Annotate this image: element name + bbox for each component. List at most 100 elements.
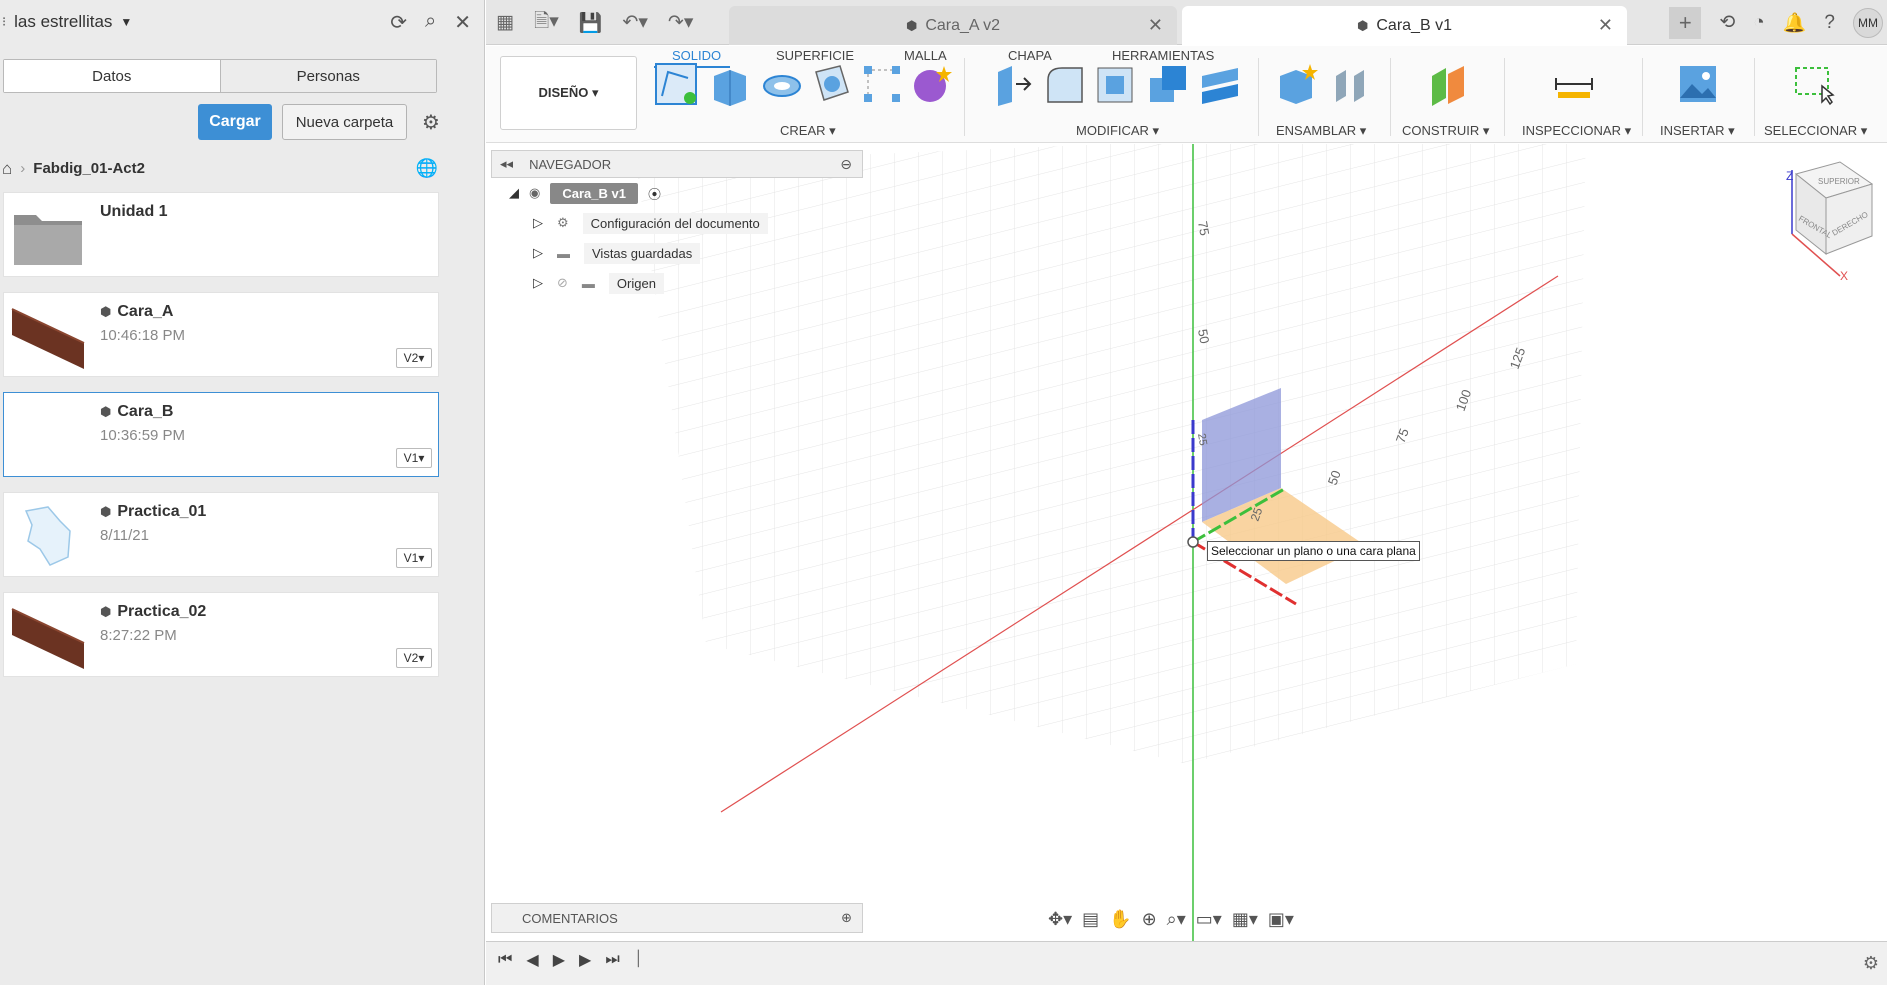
version-dropdown[interactable]: V2▾ [396, 348, 432, 368]
previous-step-icon[interactable]: ◀ [526, 950, 538, 970]
file-item-practica-01[interactable]: ⬢ Practica_01 8/11/21 V1▾ [3, 492, 439, 577]
minimize-icon[interactable]: ⊖ [840, 156, 852, 173]
pattern-icon[interactable] [860, 62, 904, 106]
redo-icon[interactable]: ↷▾ [668, 11, 693, 34]
tab-solido[interactable]: SOLIDO [672, 48, 721, 63]
extrude-icon[interactable] [708, 62, 752, 106]
fit-icon[interactable]: ⌕▾ [1167, 909, 1186, 930]
workspace-selector[interactable]: DISEÑO ▾ [500, 56, 637, 130]
avatar[interactable]: MM [1853, 7, 1883, 38]
new-component-icon[interactable] [1276, 62, 1320, 106]
revolve-icon[interactable] [760, 62, 804, 106]
fillet-icon[interactable] [1042, 62, 1086, 106]
tab-superficie[interactable]: SUPERFICIE [776, 48, 854, 63]
file-item-practica-02[interactable]: ⬢ Practica_02 8:27:22 PM V2▾ [3, 592, 439, 677]
create-sketch-icon[interactable] [654, 62, 698, 106]
offset-plane-icon[interactable] [1426, 62, 1470, 106]
orbit-icon[interactable]: ✥▾ [1048, 909, 1072, 930]
measure-icon[interactable] [1552, 62, 1596, 106]
home-icon[interactable]: ⌂ [2, 159, 12, 179]
navigator-item-origin[interactable]: ▷ ⊘ ▬ Origen [491, 268, 863, 298]
viewcube[interactable]: SUPERIOR FRONTAL DERECHO Z X [1786, 161, 1874, 283]
bell-icon[interactable]: 🔔 [1783, 11, 1807, 35]
refresh-icon[interactable]: ⟳ [390, 10, 407, 35]
folder-item[interactable]: Unidad 1 [3, 192, 439, 277]
navigator-item-views[interactable]: ▷ ▬ Vistas guardadas [491, 238, 863, 268]
viewcube-top[interactable]: SUPERIOR [1818, 177, 1860, 186]
group-inspeccionar[interactable]: INSPECCIONAR ▾ [1522, 123, 1631, 139]
sweep-icon[interactable] [810, 62, 854, 106]
version-dropdown[interactable]: V2▾ [396, 648, 432, 668]
group-crear[interactable]: CREAR ▾ [780, 123, 836, 139]
file-menu-icon[interactable]: 🗎▾ [534, 7, 559, 39]
expand-icon[interactable]: ▷ [533, 215, 543, 231]
new-tab-button[interactable]: + [1669, 6, 1702, 39]
undo-icon[interactable]: ↶▾ [622, 11, 647, 34]
navigator-item-config[interactable]: ▷ ⚙ Configuración del documento [491, 208, 863, 238]
viewports-icon[interactable]: ▣▾ [1268, 909, 1294, 930]
doc-tab-cara-b[interactable]: ⬢ Cara_B v1 ✕ [1182, 6, 1627, 45]
new-folder-button[interactable]: Nueva carpeta [282, 104, 407, 140]
press-pull-icon[interactable] [990, 62, 1034, 106]
shell-icon[interactable] [1094, 62, 1138, 106]
tab-herramientas[interactable]: HERRAMIENTAS [1112, 48, 1214, 63]
expand-icon[interactable]: ▷ [533, 245, 543, 261]
file-item-cara-a[interactable]: ⬢ Cara_A 10:46:18 PM V2▾ [3, 292, 439, 377]
eye-icon[interactable]: ◉ [529, 185, 540, 201]
search-icon[interactable]: ⌕ [425, 10, 436, 35]
split-body-icon[interactable] [1198, 62, 1242, 106]
upload-button[interactable]: Cargar [198, 104, 272, 140]
file-item-cara-b[interactable]: ⬢ Cara_B 10:36:59 PM V1▾ [3, 392, 439, 477]
timeline-marker-icon[interactable]: ⏐ [634, 951, 643, 969]
group-insertar[interactable]: INSERTAR ▾ [1660, 123, 1735, 139]
version-dropdown[interactable]: V1▾ [396, 448, 432, 468]
close-icon[interactable]: ✕ [1598, 15, 1613, 36]
gear-icon[interactable]: ⚙ [1863, 953, 1879, 974]
collapse-icon[interactable]: ◂◂ [500, 156, 513, 172]
app-grid-icon[interactable]: ▦ [496, 11, 514, 34]
origin-point[interactable] [1187, 536, 1199, 548]
help-icon[interactable]: ? [1824, 12, 1835, 34]
extensions-icon[interactable]: ⟲ [1719, 11, 1735, 34]
tab-personas[interactable]: Personas [220, 60, 436, 92]
root-component[interactable]: Cara_B v1 [550, 182, 638, 204]
close-icon[interactable]: ✕ [454, 10, 471, 35]
tab-chapa[interactable]: CHAPA [1008, 48, 1052, 63]
job-status-icon[interactable]: ◔ [1753, 12, 1764, 34]
insert-image-icon[interactable] [1676, 62, 1720, 106]
team-selector[interactable]: ⁝ las estrellitas ▼ [2, 12, 132, 32]
group-modificar[interactable]: MODIFICAR ▾ [1076, 123, 1159, 139]
last-step-icon[interactable]: ⏭ [605, 951, 619, 969]
look-at-icon[interactable]: ▤ [1082, 909, 1099, 930]
next-step-icon[interactable]: ▶ [579, 950, 591, 970]
navigator-root[interactable]: ◢ ◉ Cara_B v1 ⦿ [509, 178, 863, 208]
globe-icon[interactable]: 🌐 [416, 158, 438, 179]
display-settings-icon[interactable]: ▭▾ [1196, 909, 1222, 930]
combine-icon[interactable] [1146, 62, 1190, 106]
group-construir[interactable]: CONSTRUIR ▾ [1402, 123, 1489, 139]
expand-icon[interactable]: ▷ [533, 275, 543, 291]
activate-icon[interactable]: ⦿ [648, 184, 661, 203]
breadcrumb-project[interactable]: Fabdig_01-Act2 [33, 160, 145, 177]
form-icon[interactable] [910, 62, 954, 106]
group-ensamblar[interactable]: ENSAMBLAR ▾ [1276, 123, 1366, 139]
add-comment-icon[interactable]: ⊕ [841, 910, 852, 926]
doc-tab-cara-a[interactable]: ⬢ Cara_A v2 ✕ [729, 6, 1177, 45]
joint-icon[interactable] [1328, 62, 1372, 106]
eye-hidden-icon[interactable]: ⊘ [557, 275, 568, 291]
tab-datos[interactable]: Datos [4, 60, 221, 92]
save-icon[interactable]: 💾 [579, 11, 603, 35]
close-icon[interactable]: ✕ [1148, 15, 1163, 36]
play-icon[interactable]: ▶ [553, 950, 565, 970]
zoom-icon[interactable]: ⊕ [1142, 909, 1157, 930]
grid-settings-icon[interactable]: ▦▾ [1232, 909, 1258, 930]
collapse-triangle-icon[interactable]: ◢ [509, 185, 519, 201]
tab-malla[interactable]: MALLA [904, 48, 947, 63]
select-icon[interactable] [1792, 62, 1836, 106]
chevron-right-icon: › [20, 160, 26, 177]
version-dropdown[interactable]: V1▾ [396, 548, 432, 568]
first-step-icon[interactable]: ⏮ [498, 951, 512, 969]
pan-icon[interactable]: ✋ [1109, 909, 1131, 930]
gear-icon[interactable]: ⚙ [417, 110, 445, 135]
group-seleccionar[interactable]: SELECCIONAR ▾ [1764, 123, 1867, 139]
